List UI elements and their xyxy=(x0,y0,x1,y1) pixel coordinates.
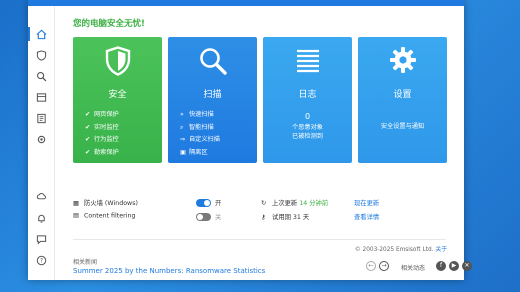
settings-description: 安全设置与通知 xyxy=(380,123,425,130)
main-panel: 您的电脑安全无忧! 安全 ✔ 网页保护 ✔ 实时监控 ✔ 行为监控 ✔ 勒索保护 扫描 … xyxy=(55,6,472,280)
list-item[interactable]: ✔ 行为监控 xyxy=(85,134,119,147)
content-filter-row: ▤ Content filtering xyxy=(73,212,135,220)
news-prev-button[interactable]: ← xyxy=(366,261,376,271)
quarantine-icon[interactable] xyxy=(28,87,55,107)
news-next-button[interactable]: → xyxy=(379,261,389,271)
firewall-icon: ▦ xyxy=(73,199,79,207)
facebook-icon[interactable]: f xyxy=(436,261,446,271)
firewall-row: ▦ 防火墙 (Windows) xyxy=(73,198,138,208)
tile-title: 安全 xyxy=(108,90,127,100)
copyright: © 2003-2025 Emsisoft Ltd. 关于 xyxy=(355,244,447,253)
divider xyxy=(73,239,446,240)
firewall-state: 开 xyxy=(215,200,222,207)
feature-list: ✔ 网页保护 ✔ 实时监控 ✔ 行为监控 ✔ 勒索保护 xyxy=(85,109,119,159)
trial-label: 试用期 31 天 xyxy=(272,214,310,221)
x-twitter-icon[interactable]: ✕ xyxy=(462,261,472,271)
tile-title: 日志 xyxy=(298,90,317,100)
news-label: 相关新闻 xyxy=(73,259,98,266)
sidebar: ? xyxy=(28,6,55,280)
content-filter-state: 关 xyxy=(215,214,222,221)
tile-settings[interactable]: 设置 安全设置与通知 xyxy=(358,37,447,163)
status-message: 您的电脑安全无忧! xyxy=(73,19,145,29)
quarantine-link[interactable]: ▣ 隔离区 xyxy=(180,147,220,160)
quick-scan-link[interactable]: » 快速扫描 xyxy=(180,109,220,122)
custom-scan-link[interactable]: ⇒ 自定义扫描 xyxy=(180,134,220,147)
fast-forward-icon: » xyxy=(180,111,184,118)
check-icon: ✔ xyxy=(85,136,91,143)
box-icon: ▣ xyxy=(180,148,186,156)
view-details-link[interactable]: 查看详情 xyxy=(354,212,379,221)
check-icon: ✔ xyxy=(85,148,91,156)
tile-title: 设置 xyxy=(393,90,412,100)
refresh-icon: ↻ xyxy=(261,199,267,207)
smart-scan-link[interactable]: ⌕ 智能扫描 xyxy=(180,122,220,135)
social-label: 相关动态 xyxy=(401,265,426,272)
last-update-row: ↻ 上次更新 14 分钟前 xyxy=(261,198,329,208)
arrow-right-icon: ⇒ xyxy=(180,136,186,143)
magnifier-icon xyxy=(168,46,257,76)
firewall-toggle[interactable] xyxy=(196,199,211,207)
detected-line2: 已被检测到 xyxy=(292,133,323,140)
search-small-icon: ⌕ xyxy=(180,123,184,131)
tile-security[interactable]: 安全 ✔ 网页保护 ✔ 实时监控 ✔ 行为监控 ✔ 勒索保护 xyxy=(73,37,162,163)
news-headline-link[interactable]: Summer 2025 by the Numbers: Ransomware S… xyxy=(73,267,265,275)
scan-list: » 快速扫描 ⌕ 智能扫描 ⇒ 自定义扫描 ▣ 隔离区 xyxy=(180,109,220,159)
log-list-icon xyxy=(263,46,352,76)
content-filter-label: Content filtering xyxy=(84,212,136,220)
detected-count: 0 xyxy=(304,112,311,121)
copyright-text: © 2003-2025 Emsisoft Ltd. xyxy=(354,247,434,253)
tile-logs[interactable]: 日志 0 个恶意对象 已被检测到 xyxy=(263,37,352,163)
last-update-label: 上次更新 xyxy=(272,200,298,207)
list-item[interactable]: ✔ 实时监控 xyxy=(85,122,119,135)
list-item[interactable]: ✔ 勒索保护 xyxy=(85,147,119,160)
tile-title: 扫描 xyxy=(203,90,222,100)
search-icon[interactable] xyxy=(28,66,55,86)
last-update-value: 14 分钟前 xyxy=(299,200,329,207)
shield-icon xyxy=(73,46,162,76)
check-icon: ✔ xyxy=(85,111,91,118)
filter-icon: ▤ xyxy=(73,212,79,219)
bell-icon[interactable] xyxy=(28,208,55,228)
key-icon: ⚷ xyxy=(261,213,266,221)
app-window: ? 您的电脑安全无忧! 安全 ✔ 网页保护 ✔ 实时监控 ✔ 行为监控 ✔ 勒索保护 扫… xyxy=(28,0,472,280)
check-icon: ✔ xyxy=(85,123,91,131)
settings-icon[interactable] xyxy=(28,129,55,149)
help-icon[interactable]: ? xyxy=(28,250,55,270)
tile-scan[interactable]: 扫描 » 快速扫描 ⌕ 智能扫描 ⇒ 自定义扫描 ▣ 隔离区 xyxy=(168,37,257,163)
about-link[interactable]: 关于 xyxy=(435,247,447,253)
logs-icon[interactable] xyxy=(28,108,55,128)
update-now-link[interactable]: 现在更新 xyxy=(354,198,379,207)
content-filter-toggle[interactable] xyxy=(196,213,211,221)
svg-text:?: ? xyxy=(40,257,43,264)
youtube-icon[interactable]: ▶ xyxy=(449,261,459,271)
shield-icon[interactable] xyxy=(28,45,55,65)
gear-icon xyxy=(358,46,447,76)
list-item[interactable]: ✔ 网页保护 xyxy=(85,109,119,122)
chat-icon[interactable] xyxy=(28,229,55,249)
home-icon[interactable] xyxy=(28,24,55,44)
detected-line1: 个恶意对象 xyxy=(292,124,323,131)
firewall-label: 防火墙 (Windows) xyxy=(84,200,138,207)
cloud-icon[interactable] xyxy=(28,186,55,206)
trial-row: ⚷ 试用期 31 天 xyxy=(261,212,310,222)
